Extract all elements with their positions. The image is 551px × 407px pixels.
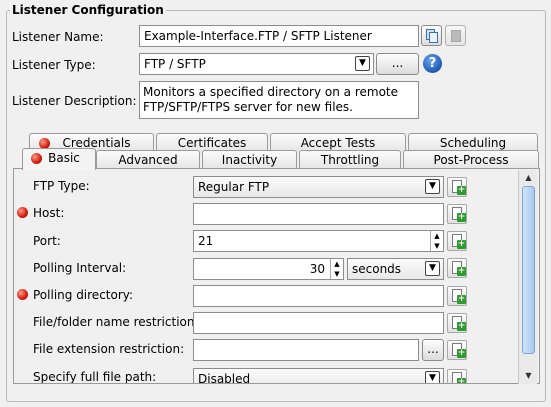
full-path-select[interactable]: Disabled ▼ — [193, 368, 444, 383]
spin-up-icon[interactable]: ▲ — [331, 259, 343, 269]
ftp-type-value: Regular FTP — [198, 180, 270, 194]
tab-inactivity[interactable]: Inactivity — [202, 150, 297, 170]
port-input[interactable]: 21 ▲ ▼ — [193, 230, 444, 252]
paste-icon — [451, 30, 461, 42]
host-input[interactable] — [193, 203, 444, 225]
spin-up-icon[interactable]: ▲ — [431, 231, 443, 241]
group-title: Listener Configuration — [10, 3, 166, 17]
plus-icon: + — [457, 321, 466, 331]
full-path-value: Disabled — [198, 372, 251, 383]
port-value: 21 — [198, 234, 214, 248]
clipped-row: Specify full file path: Disabled ▼ + — [14, 365, 517, 383]
plus-icon: + — [457, 266, 466, 276]
full-path-label: Specify full file path: — [33, 370, 157, 383]
polling-interval-unit-select[interactable]: seconds ▼ — [347, 258, 444, 280]
tab-basic-label: Basic — [48, 151, 80, 165]
listener-name-label: Listener Name: — [12, 30, 104, 44]
listener-name-input[interactable]: Example-Interface.FTP / SFTP Listener — [139, 25, 419, 47]
description-line-1: Monitors a specified directory on a remo… — [143, 85, 399, 99]
extension-restriction-label: File extension restriction: — [33, 342, 185, 356]
listener-type-select[interactable]: FTP / SFTP ▼ — [139, 53, 374, 75]
tab-throttling[interactable]: Throttling — [299, 150, 401, 170]
plus-icon: + — [457, 185, 466, 195]
name-restriction-label: File/folder name restriction: — [33, 315, 199, 329]
name-restriction-input[interactable] — [193, 312, 444, 334]
add-variable-button[interactable]: + — [447, 204, 467, 224]
add-variable-button[interactable]: + — [447, 258, 467, 278]
tab-post-process[interactable]: Post-Process — [403, 150, 539, 170]
required-indicator-icon — [17, 289, 28, 300]
listener-type-value: FTP / SFTP — [144, 57, 206, 71]
copy-button[interactable] — [421, 25, 442, 46]
plus-icon: + — [457, 239, 466, 249]
chevron-down-icon: ▼ — [355, 56, 370, 71]
scrollbar-thumb[interactable] — [522, 186, 535, 354]
polling-directory-label: Polling directory: — [33, 288, 134, 302]
plus-icon: + — [457, 294, 466, 304]
scroll-up-icon[interactable]: ▲ — [519, 171, 538, 185]
add-variable-button[interactable]: + — [447, 369, 467, 383]
polling-interval-input[interactable]: 30 ▲ ▼ — [193, 258, 344, 280]
listener-description-textarea[interactable]: Monitors a specified directory on a remo… — [139, 81, 419, 119]
copy-icon-front — [429, 32, 438, 43]
polling-interval-spinner[interactable]: ▲ ▼ — [330, 259, 343, 279]
chevron-down-icon: ▼ — [425, 371, 440, 383]
vertical-scrollbar[interactable]: ▲ ▼ — [518, 170, 537, 384]
host-label: Host: — [33, 206, 65, 220]
polling-interval-unit-value: seconds — [352, 262, 402, 276]
listener-description-label: Listener Description: — [12, 94, 137, 108]
ftp-type-select[interactable]: Regular FTP ▼ — [193, 176, 444, 198]
tab-advanced[interactable]: Advanced — [96, 150, 200, 170]
plus-icon: + — [457, 348, 466, 358]
add-variable-button[interactable]: + — [447, 313, 467, 333]
chevron-down-icon: ▼ — [425, 179, 440, 194]
spin-down-icon[interactable]: ▼ — [331, 269, 343, 279]
tab-basic[interactable]: Basic — [22, 148, 96, 170]
add-variable-button[interactable]: + — [447, 177, 467, 197]
add-variable-button[interactable]: + — [447, 286, 467, 306]
help-icon[interactable]: ? — [423, 54, 442, 73]
plus-icon: + — [457, 378, 466, 383]
chevron-down-icon: ▼ — [425, 261, 440, 276]
spin-down-icon[interactable]: ▼ — [431, 241, 443, 251]
description-line-2: FTP/SFTP/FTPS server for new files. — [143, 100, 353, 114]
add-variable-button[interactable]: + — [447, 231, 467, 251]
plus-icon: + — [457, 212, 466, 222]
required-indicator-icon — [17, 207, 28, 218]
port-spinner[interactable]: ▲ ▼ — [430, 231, 443, 251]
scroll-down-icon[interactable]: ▼ — [519, 369, 538, 383]
polling-interval-label: Polling Interval: — [33, 261, 127, 275]
polling-interval-value: 30 — [309, 262, 325, 276]
listener-type-browse-button[interactable]: ... — [376, 53, 419, 75]
required-indicator-icon — [31, 153, 42, 164]
polling-directory-input[interactable] — [193, 285, 444, 307]
paste-button[interactable] — [445, 25, 466, 46]
extension-restriction-input[interactable] — [193, 339, 419, 361]
port-label: Port: — [33, 234, 61, 248]
listener-type-label: Listener Type: — [12, 58, 96, 72]
add-variable-button[interactable]: + — [447, 340, 467, 360]
ftp-type-label: FTP Type: — [33, 179, 90, 193]
extension-browse-button[interactable]: ... — [422, 339, 444, 361]
